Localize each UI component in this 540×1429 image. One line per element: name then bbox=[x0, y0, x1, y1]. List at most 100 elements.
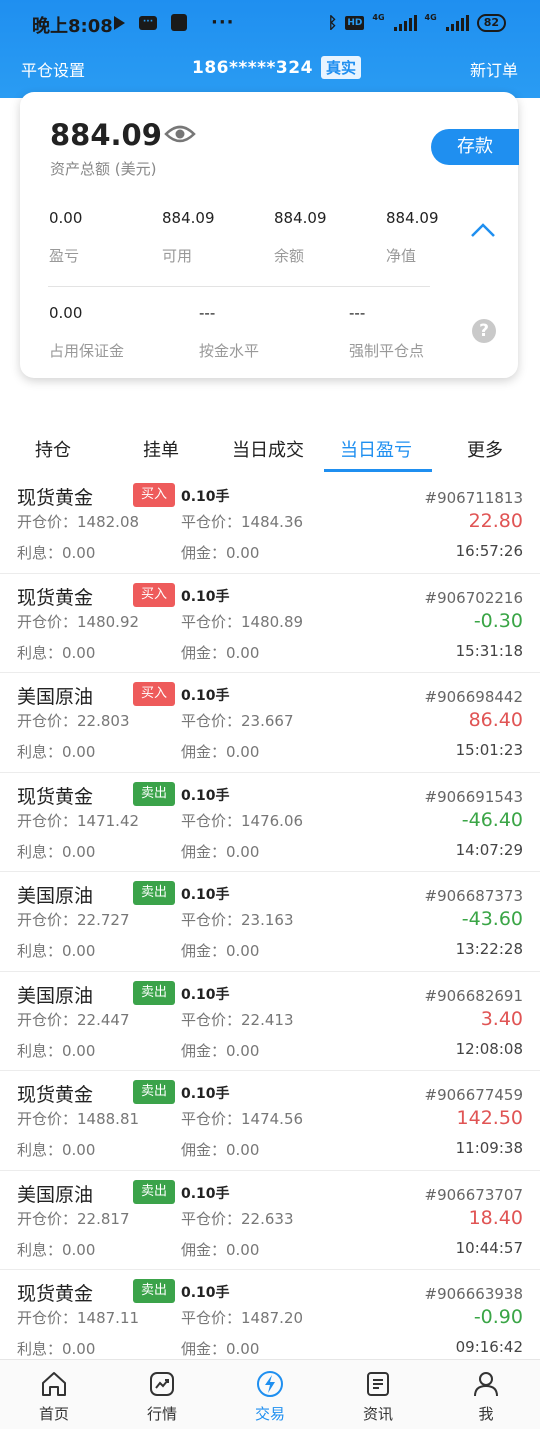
order-pnl: 18.40 bbox=[468, 1206, 523, 1229]
order-id: #906711813 bbox=[424, 489, 523, 507]
order-lot: 0.10手 bbox=[181, 1086, 230, 1102]
order-symbol: 美国原油 bbox=[17, 984, 94, 1007]
order-open-price: 开仓价：1487.11 bbox=[17, 1309, 140, 1327]
order-interest: 利息：0.00 bbox=[17, 544, 96, 562]
order-time: 12:08:08 bbox=[455, 1039, 523, 1058]
tab-positions[interactable]: 持仓 bbox=[35, 436, 71, 462]
bottom-navigation: 首页 行情 交易 资讯 我 bbox=[0, 1359, 540, 1429]
order-symbol: 现货黄金 bbox=[17, 785, 94, 808]
account-indicator: 186*****324 真实 bbox=[192, 56, 361, 79]
order-row[interactable]: 现货黄金 卖出 0.10手 开仓价：1487.11 平仓价：1487.20 利息… bbox=[0, 1270, 540, 1370]
order-side-badge: 买入 bbox=[133, 682, 175, 706]
user-profile-icon bbox=[474, 1372, 498, 1397]
order-lot: 0.10手 bbox=[181, 986, 230, 1003]
available-value: 884.09 bbox=[162, 209, 215, 227]
trade-lightning-icon bbox=[257, 1371, 283, 1397]
order-row[interactable]: 美国原油 卖出 0.10手 开仓价：22.817 平仓价：22.633 利息：0… bbox=[0, 1171, 540, 1270]
status-time: 晚上8:08 bbox=[32, 16, 113, 37]
order-commission: 佣金：0.00 bbox=[181, 1340, 260, 1358]
nav-trade[interactable]: 交易 bbox=[216, 1360, 324, 1429]
order-commission: 佣金：0.00 bbox=[181, 743, 260, 761]
order-lot: 0.10手 bbox=[181, 489, 230, 505]
order-commission: 佣金：0.00 bbox=[181, 842, 260, 861]
eye-visibility-icon[interactable] bbox=[164, 124, 196, 148]
pnl-label: 盈亏 bbox=[49, 247, 80, 265]
order-close-price: 平仓价：22.413 bbox=[181, 1010, 294, 1029]
nav-news[interactable]: 资讯 bbox=[324, 1360, 432, 1429]
order-interest: 利息：0.00 bbox=[17, 1340, 96, 1358]
nav-home-label: 首页 bbox=[38, 1405, 69, 1423]
equity-value: 884.09 bbox=[386, 209, 439, 227]
order-side-badge: 卖出 bbox=[133, 781, 175, 806]
order-row[interactable]: 现货黄金 买入 0.10手 开仓价：1482.08 平仓价：1484.36 利息… bbox=[0, 474, 540, 574]
order-open-price: 开仓价：22.817 bbox=[17, 1209, 130, 1228]
help-icon[interactable]: ? bbox=[472, 319, 496, 343]
order-row[interactable]: 美国原油 卖出 0.10手 开仓价：22.447 平仓价：22.413 利息：0… bbox=[0, 972, 540, 1071]
battery-icon: 82 bbox=[476, 13, 506, 32]
tab-pending-orders[interactable]: 挂单 bbox=[143, 436, 179, 462]
nav-me-label: 我 bbox=[478, 1405, 494, 1423]
order-id: #906687373 bbox=[424, 887, 523, 905]
nav-home[interactable]: 首页 bbox=[0, 1360, 108, 1429]
order-pnl: 86.40 bbox=[468, 709, 523, 731]
order-id: #906677459 bbox=[424, 1086, 523, 1104]
order-close-price: 平仓价：1476.06 bbox=[181, 811, 304, 830]
order-row[interactable]: 现货黄金 卖出 0.10手 开仓价：1471.42 平仓价：1476.06 利息… bbox=[0, 773, 540, 872]
total-assets-label: 资产总额 (美元) bbox=[50, 160, 157, 178]
order-symbol: 美国原油 bbox=[17, 686, 94, 708]
new-order-link[interactable]: 新订单 bbox=[470, 57, 518, 81]
order-time: 11:09:38 bbox=[455, 1139, 523, 1157]
order-row[interactable]: 现货黄金 买入 0.10手 开仓价：1480.92 平仓价：1480.89 利息… bbox=[0, 574, 540, 673]
tab-today-pnl[interactable]: 当日盈亏 bbox=[340, 436, 412, 462]
margin-level-label: 按金水平 bbox=[199, 342, 260, 360]
order-pnl: 142.50 bbox=[456, 1107, 523, 1129]
order-row[interactable]: 美国原油 卖出 0.10手 开仓价：22.727 平仓价：23.163 利息：0… bbox=[0, 872, 540, 972]
order-open-price: 开仓价：1482.08 bbox=[17, 513, 140, 531]
tab-today-deals[interactable]: 当日成交 bbox=[232, 436, 304, 462]
pnl-value: 0.00 bbox=[49, 209, 83, 227]
order-close-price: 平仓价：22.633 bbox=[181, 1209, 294, 1228]
order-side-badge: 买入 bbox=[133, 582, 175, 607]
order-open-price: 开仓价：22.803 bbox=[17, 712, 130, 730]
chevron-up-icon[interactable] bbox=[470, 222, 496, 242]
order-id: #906702216 bbox=[424, 588, 523, 607]
order-commission: 佣金：0.00 bbox=[181, 643, 260, 662]
order-side-badge: 卖出 bbox=[133, 980, 175, 1005]
balance-value: 884.09 bbox=[274, 209, 327, 227]
nav-me[interactable]: 我 bbox=[432, 1360, 540, 1429]
order-side-badge: 卖出 bbox=[133, 881, 175, 905]
message-icon: ··· bbox=[139, 15, 157, 30]
order-tabs: 持仓 挂单 当日成交 当日盈亏 更多 bbox=[0, 428, 540, 472]
order-symbol: 美国原油 bbox=[17, 885, 94, 907]
used-margin-label: 占用保证金 bbox=[49, 342, 125, 360]
app-notification-icon bbox=[171, 14, 187, 31]
nav-market[interactable]: 行情 bbox=[108, 1360, 216, 1429]
order-row[interactable]: 现货黄金 卖出 0.10手 开仓价：1488.81 平仓价：1474.56 利息… bbox=[0, 1071, 540, 1171]
order-lot: 0.10手 bbox=[181, 688, 230, 704]
order-lot: 0.10手 bbox=[181, 787, 230, 804]
order-symbol: 现货黄金 bbox=[17, 487, 94, 509]
nav-news-label: 资讯 bbox=[362, 1405, 393, 1423]
order-side-badge: 买入 bbox=[133, 483, 175, 507]
order-open-price: 开仓价：1471.42 bbox=[17, 811, 140, 830]
deposit-button[interactable]: 存款 bbox=[431, 129, 519, 165]
tab-more[interactable]: 更多 bbox=[467, 436, 503, 462]
order-id: #906673707 bbox=[424, 1185, 523, 1204]
order-lot: 0.10手 bbox=[181, 887, 230, 903]
order-commission: 佣金：0.00 bbox=[181, 1240, 260, 1259]
play-icon bbox=[114, 15, 125, 30]
order-row[interactable]: 美国原油 买入 0.10手 开仓价：22.803 平仓价：23.667 利息：0… bbox=[0, 673, 540, 773]
order-symbol: 现货黄金 bbox=[17, 1084, 94, 1106]
margin-level-value: --- bbox=[199, 304, 216, 322]
active-tab-indicator bbox=[324, 469, 432, 472]
order-interest: 利息：0.00 bbox=[17, 942, 96, 960]
order-id: #906698442 bbox=[424, 688, 523, 706]
nav-trade-label: 交易 bbox=[254, 1405, 285, 1423]
order-time: 16:57:26 bbox=[455, 542, 523, 560]
order-pnl: 3.40 bbox=[480, 1007, 523, 1030]
status-notification-icons: ··· ··· bbox=[114, 12, 235, 33]
order-close-price: 平仓价：1480.89 bbox=[181, 612, 304, 631]
order-time: 15:31:18 bbox=[455, 641, 523, 660]
order-close-price: 平仓价：1474.56 bbox=[181, 1110, 304, 1128]
close-position-settings-link[interactable]: 平仓设置 bbox=[21, 57, 85, 81]
